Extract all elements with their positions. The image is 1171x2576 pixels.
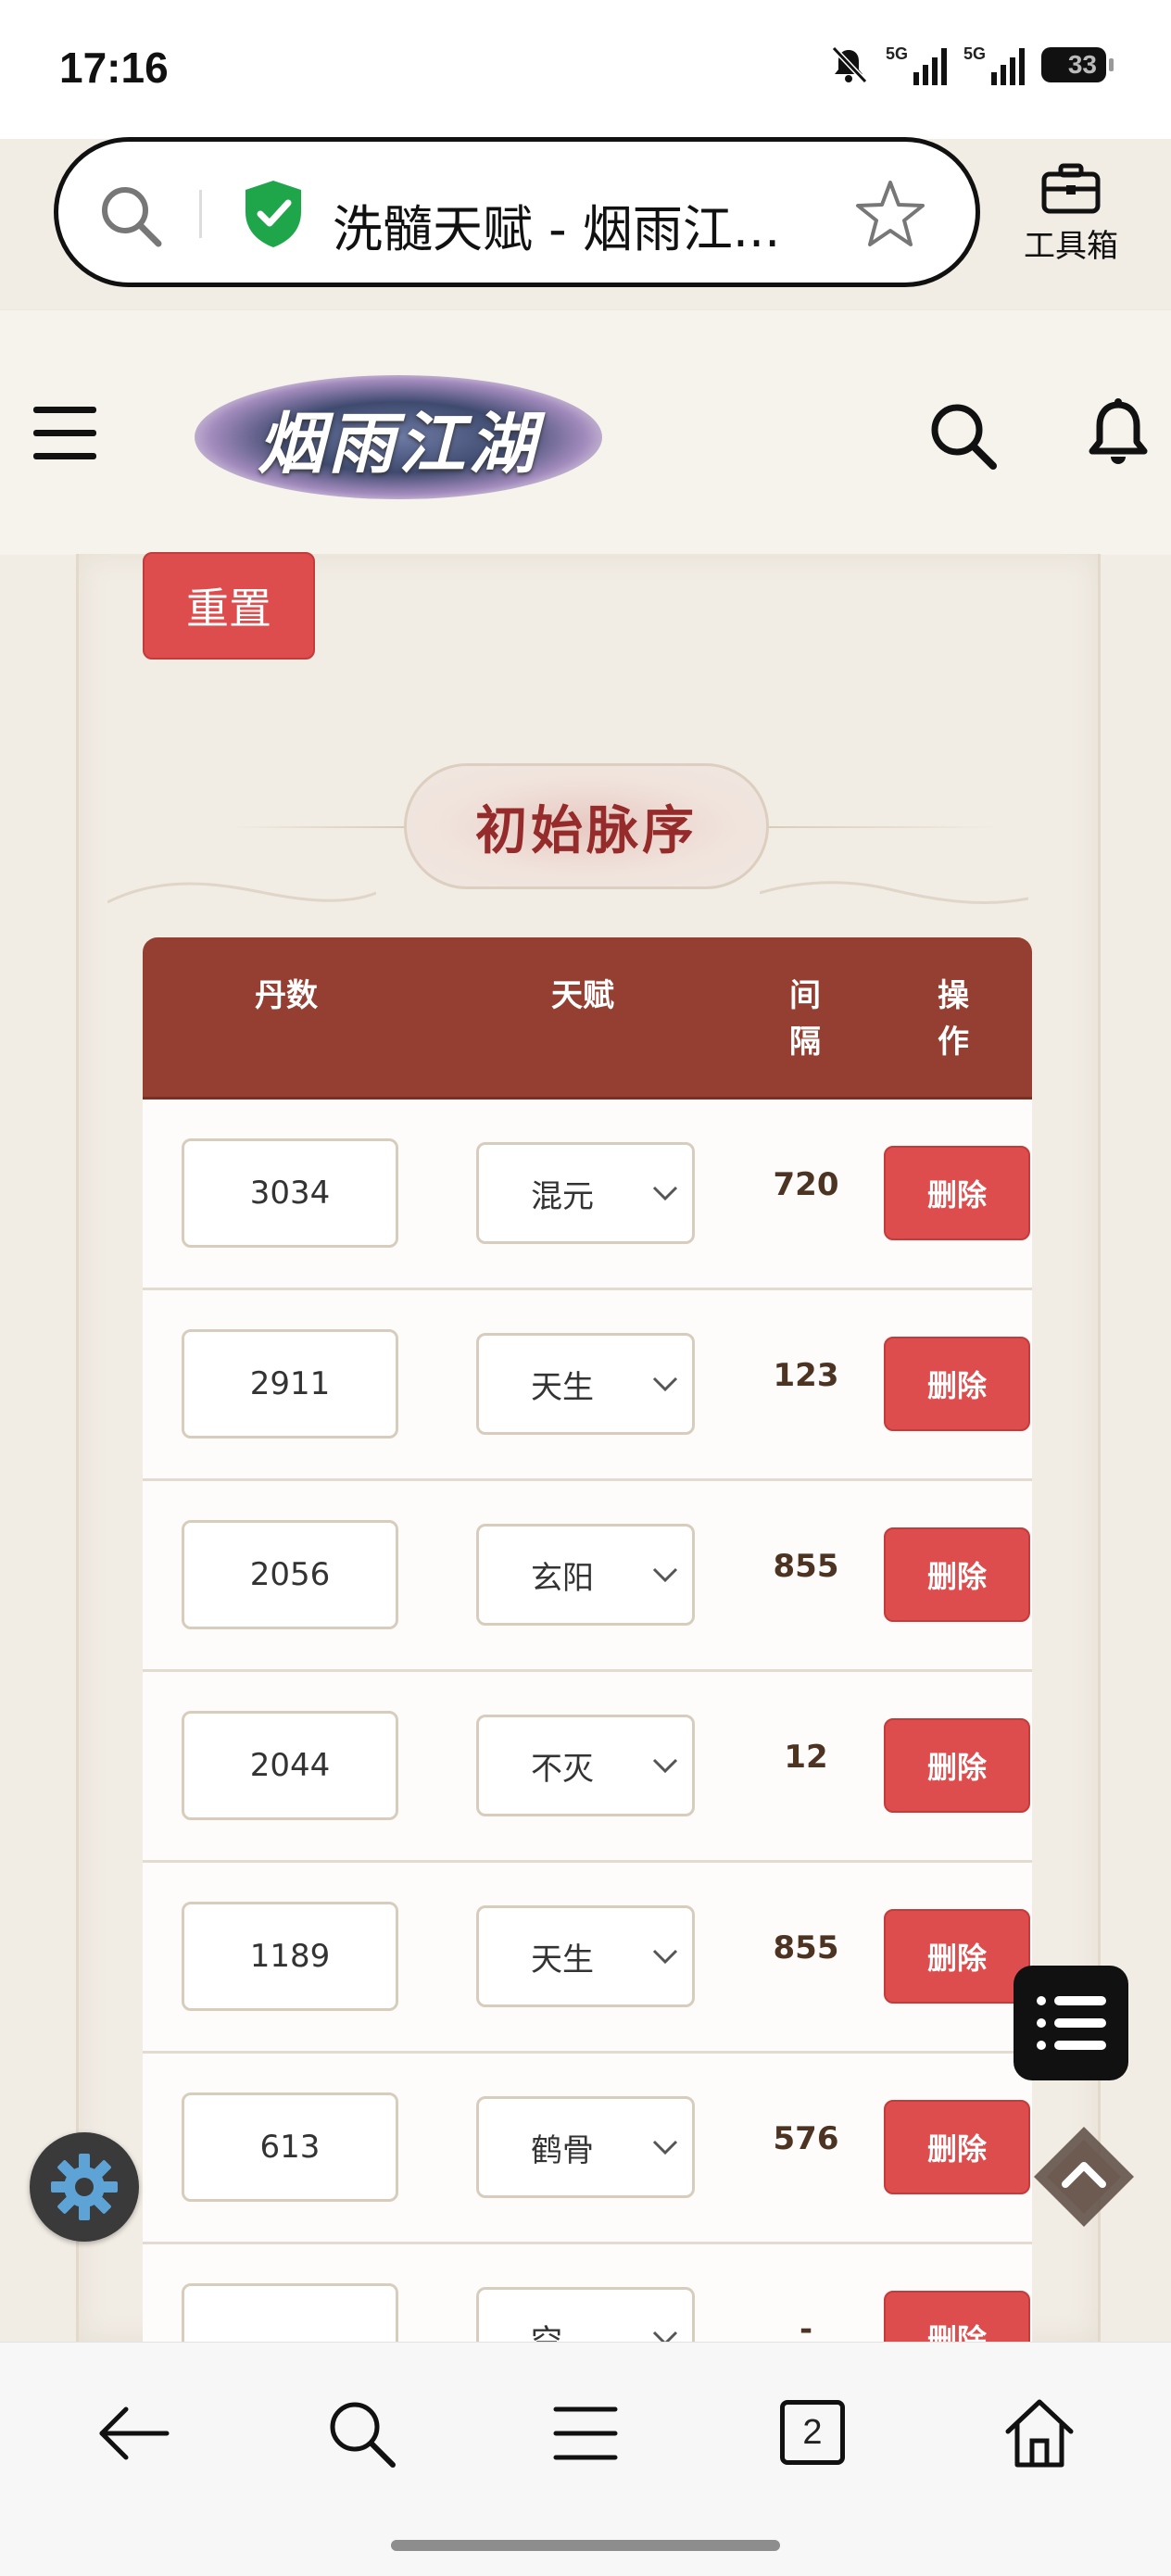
gear-icon: [51, 2154, 118, 2220]
battery-level: 33: [1067, 50, 1097, 79]
dan-input[interactable]: 2911: [182, 1329, 398, 1439]
site-logo[interactable]: 烟雨江湖: [195, 375, 602, 499]
talent-select[interactable]: 鹤骨: [476, 2096, 695, 2198]
table-row: 2044 不灭 12 删除: [143, 1672, 1032, 1863]
header-interval: 间 隔: [789, 977, 821, 1061]
delete-button[interactable]: 删除: [884, 1909, 1030, 2004]
dan-input[interactable]: 1189: [182, 1902, 398, 2011]
talent-select[interactable]: 天生: [476, 1333, 695, 1435]
search-icon[interactable]: [95, 181, 166, 251]
dan-input[interactable]: 2044: [182, 1711, 398, 1820]
interval-value: 12: [784, 1739, 828, 1776]
address-bar[interactable]: 洗髓天赋 - 烟雨江...: [54, 137, 980, 287]
site-header: 烟雨江湖: [0, 309, 1171, 555]
table-of-contents-button[interactable]: [1014, 1966, 1128, 2080]
list-icon: [1037, 1996, 1106, 2050]
talent-select[interactable]: 天生: [476, 1905, 695, 2007]
home-indicator[interactable]: [391, 2540, 780, 2551]
menu-icon[interactable]: [547, 2394, 624, 2472]
status-bar: 17:16 5G 5G 33: [0, 0, 1171, 139]
battery-icon: 33: [1041, 47, 1114, 82]
table-row: 2056 玄阳 855 删除: [143, 1481, 1032, 1672]
logo-text: 烟雨江湖: [257, 403, 539, 483]
interval-value: 855: [773, 1929, 839, 1967]
interval-value: 855: [773, 1548, 839, 1585]
dan-input[interactable]: 2056: [182, 1520, 398, 1629]
dan-input[interactable]: 613: [182, 2092, 398, 2202]
table-row: 1189 天生 855 删除: [143, 1863, 1032, 2054]
site-search-icon[interactable]: [926, 399, 1001, 473]
section-divider-left: [232, 826, 408, 828]
delete-button[interactable]: 删除: [884, 1718, 1030, 1813]
section-title: 初始脉序: [404, 763, 769, 889]
pulse-sequence-table: 丹数 天赋 间 隔 操 作 3034 混元 720 删除 2911 天生 123…: [143, 937, 1032, 2393]
interval-value: 720: [773, 1166, 839, 1203]
chevron-down-icon: [652, 1376, 678, 1392]
delete-button[interactable]: 删除: [884, 1146, 1030, 1240]
security-shield-icon[interactable]: [240, 177, 307, 251]
address-divider: [199, 190, 202, 238]
chevron-down-icon: [652, 2140, 678, 2155]
search-icon[interactable]: [322, 2394, 400, 2472]
chevron-down-icon: [652, 1186, 678, 1201]
wave-ornament-right: [760, 881, 1028, 905]
chevron-down-icon: [652, 1949, 678, 1965]
talent-select[interactable]: 混元: [476, 1142, 695, 1244]
interval-value: 123: [773, 1357, 839, 1394]
toolbox-icon: [1041, 163, 1101, 214]
reset-button[interactable]: 重置: [143, 552, 315, 660]
delete-button[interactable]: 删除: [884, 1527, 1030, 1622]
status-icons: 5G 5G 33: [828, 44, 1114, 85]
wave-ornament-left: [107, 882, 376, 904]
table-row: 3034 混元 720 删除: [143, 1100, 1032, 1290]
dan-input[interactable]: 3034: [182, 1138, 398, 1248]
section-divider-right: [765, 826, 997, 828]
back-arrow-icon[interactable]: [94, 2394, 172, 2472]
header-talent: 天赋: [551, 977, 614, 1014]
signal-icon-2: 5G: [963, 44, 1025, 85]
menu-icon[interactable]: [33, 407, 96, 476]
delete-button[interactable]: 删除: [884, 2100, 1030, 2194]
toolbox-button[interactable]: 工具箱: [1015, 163, 1127, 266]
table-row: 2911 天生 123 删除: [143, 1290, 1032, 1481]
talent-select[interactable]: 不灭: [476, 1715, 695, 1816]
scroll-to-top-button[interactable]: [1030, 2123, 1138, 2230]
mute-bell-icon: [831, 45, 868, 84]
status-time: 17:16: [59, 44, 169, 92]
chevron-down-icon: [652, 1567, 678, 1583]
bookmark-star-icon[interactable]: [853, 177, 927, 251]
talent-select[interactable]: 玄阳: [476, 1524, 695, 1626]
notification-bell-icon[interactable]: [1086, 397, 1151, 471]
chevron-down-icon: [652, 1758, 678, 1774]
header-dan: 丹数: [255, 977, 318, 1014]
tabs-count-button[interactable]: 2: [780, 2400, 845, 2465]
toolbox-label: 工具箱: [1024, 228, 1118, 265]
home-icon[interactable]: [1001, 2394, 1078, 2472]
settings-button[interactable]: [30, 2132, 139, 2242]
interval-value: 576: [773, 2120, 839, 2157]
table-header: 丹数 天赋 间 隔 操 作: [143, 937, 1032, 1100]
page-tab-title[interactable]: 洗髓天赋 - 烟雨江...: [333, 188, 780, 261]
header-action: 操 作: [938, 977, 969, 1061]
delete-button[interactable]: 删除: [884, 1337, 1030, 1431]
signal-icon-1: 5G: [886, 44, 947, 85]
table-row: 613 鹤骨 576 删除: [143, 2054, 1032, 2244]
